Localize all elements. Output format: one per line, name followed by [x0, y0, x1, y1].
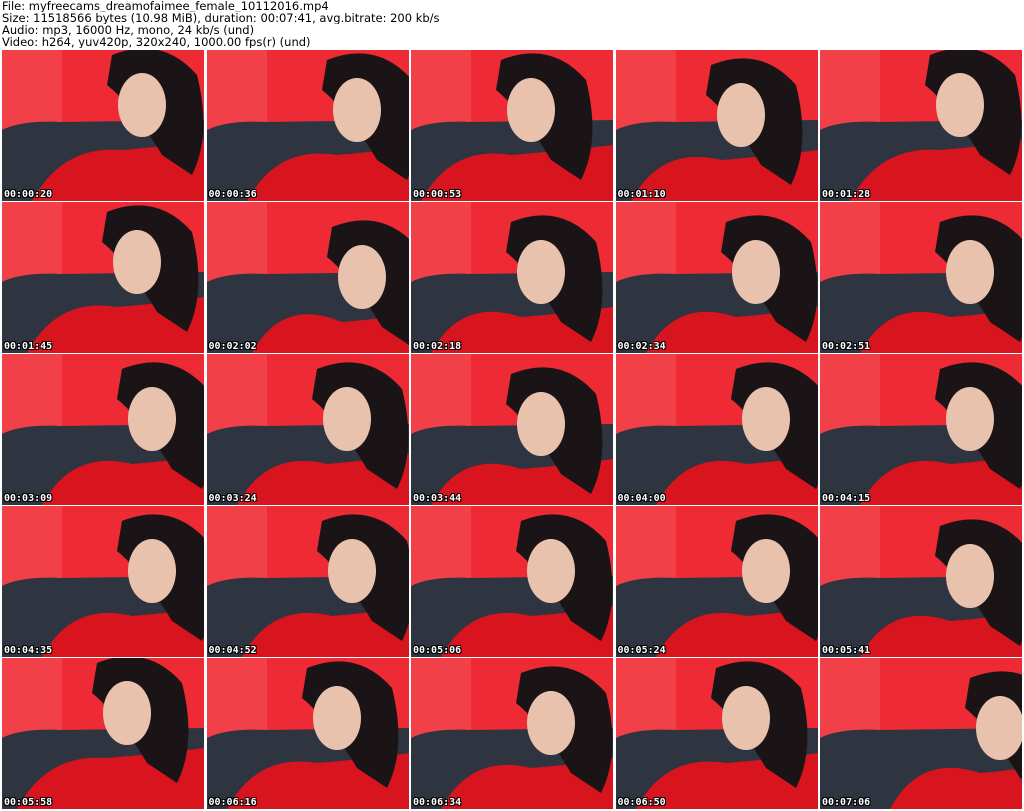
video-thumbnail[interactable]: 00:03:44: [411, 354, 613, 505]
thumbnail-image: [615, 354, 818, 505]
thumbnail-image: [820, 354, 1022, 505]
thumbnail-timestamp: 00:00:36: [208, 189, 257, 200]
thumbnail-image: [411, 506, 613, 657]
thumbnail-timestamp: 00:04:35: [4, 645, 53, 656]
video-thumbnail[interactable]: 00:07:06: [820, 658, 1022, 809]
thumbnail-image: [411, 658, 613, 809]
thumbnail-timestamp: 00:07:06: [822, 797, 871, 808]
thumbnail-image: [615, 50, 818, 201]
video-thumbnail[interactable]: 00:04:52: [206, 506, 409, 657]
thumbnail-timestamp: 00:06:50: [617, 797, 666, 808]
video-thumbnail[interactable]: 00:05:06: [411, 506, 613, 657]
thumbnail-timestamp: 00:02:02: [208, 341, 257, 352]
thumbnail-image: [820, 506, 1022, 657]
thumbnail-timestamp: 00:04:00: [617, 493, 666, 504]
video-thumbnail[interactable]: 00:04:35: [2, 506, 204, 657]
video-thumbnail[interactable]: 00:06:34: [411, 658, 613, 809]
file-info-header: File: myfreecams_dreamofaimee_female_101…: [2, 0, 1022, 50]
thumbnail-image: [820, 658, 1022, 809]
thumbnail-grid: 00:00:20 00:00:36 00:00:53 00:01:10 00:01:28…: [2, 50, 1022, 809]
thumbnail-timestamp: 00:06:34: [413, 797, 462, 808]
thumbnail-image: [615, 202, 818, 353]
thumbnail-timestamp: 00:03:44: [413, 493, 462, 504]
thumbnail-timestamp: 00:00:53: [413, 189, 462, 200]
thumbnail-image: [206, 50, 409, 201]
thumbnail-image: [411, 354, 613, 505]
video-thumbnail[interactable]: 00:02:34: [615, 202, 818, 353]
thumbnail-timestamp: 00:05:41: [822, 645, 871, 656]
thumbnail-timestamp: 00:05:24: [617, 645, 666, 656]
video-thumbnail[interactable]: 00:05:58: [2, 658, 204, 809]
thumbnail-timestamp: 00:05:58: [4, 797, 53, 808]
video-thumbnail[interactable]: 00:01:10: [615, 50, 818, 201]
thumbnail-image: [206, 202, 409, 353]
thumbnail-timestamp: 00:01:10: [617, 189, 666, 200]
video-thumbnail[interactable]: 00:06:50: [615, 658, 818, 809]
thumbnail-timestamp: 00:01:45: [4, 341, 53, 352]
thumbnail-image: [206, 506, 409, 657]
file-size-line: Size: 11518566 bytes (10.98 MiB), durati…: [2, 12, 440, 24]
audio-info-line: Audio: mp3, 16000 Hz, mono, 24 kb/s (und…: [2, 24, 255, 36]
video-thumbnail[interactable]: 00:03:24: [206, 354, 409, 505]
video-thumbnail[interactable]: 00:05:41: [820, 506, 1022, 657]
thumbnail-timestamp: 00:02:51: [822, 341, 871, 352]
thumbnail-image: [820, 50, 1022, 201]
thumbnail-timestamp: 00:03:09: [4, 493, 53, 504]
thumbnail-timestamp: 00:02:18: [413, 341, 462, 352]
thumbnail-image: [2, 506, 204, 657]
thumbnail-image: [206, 658, 409, 809]
thumbnail-timestamp: 00:02:34: [617, 341, 666, 352]
thumbnail-timestamp: 00:01:28: [822, 189, 871, 200]
thumbnail-image: [206, 354, 409, 505]
thumbnail-timestamp: 00:00:20: [4, 189, 53, 200]
video-thumbnail[interactable]: 00:04:00: [615, 354, 818, 505]
video-thumbnail[interactable]: 00:01:28: [820, 50, 1022, 201]
thumbnail-image: [411, 50, 613, 201]
thumbnail-timestamp: 00:05:06: [413, 645, 462, 656]
video-thumbnail[interactable]: 00:06:16: [206, 658, 409, 809]
video-thumbnail[interactable]: 00:00:20: [2, 50, 204, 201]
thumbnail-image: [820, 202, 1022, 353]
video-thumbnail[interactable]: 00:02:02: [206, 202, 409, 353]
thumbnail-image: [2, 202, 204, 353]
thumbnail-timestamp: 00:03:24: [208, 493, 257, 504]
video-thumbnail[interactable]: 00:05:24: [615, 506, 818, 657]
video-thumbnail[interactable]: 00:02:18: [411, 202, 613, 353]
video-thumbnail[interactable]: 00:02:51: [820, 202, 1022, 353]
thumbnail-image: [2, 658, 204, 809]
video-thumbnail[interactable]: 00:04:15: [820, 354, 1022, 505]
file-name-line: File: myfreecams_dreamofaimee_female_101…: [2, 0, 329, 12]
thumbnail-image: [411, 202, 613, 353]
thumbnail-image: [2, 50, 204, 201]
video-thumbnail[interactable]: 00:00:36: [206, 50, 409, 201]
thumbnail-timestamp: 00:04:52: [208, 645, 257, 656]
thumbnail-image: [615, 506, 818, 657]
video-thumbnail[interactable]: 00:00:53: [411, 50, 613, 201]
thumbnail-timestamp: 00:04:15: [822, 493, 871, 504]
thumbnail-image: [615, 658, 818, 809]
video-thumbnail[interactable]: 00:03:09: [2, 354, 204, 505]
video-info-line: Video: h264, yuv420p, 320x240, 1000.00 f…: [2, 36, 311, 48]
video-thumbnail[interactable]: 00:01:45: [2, 202, 204, 353]
thumbnail-timestamp: 00:06:16: [208, 797, 257, 808]
thumbnail-image: [2, 354, 204, 505]
